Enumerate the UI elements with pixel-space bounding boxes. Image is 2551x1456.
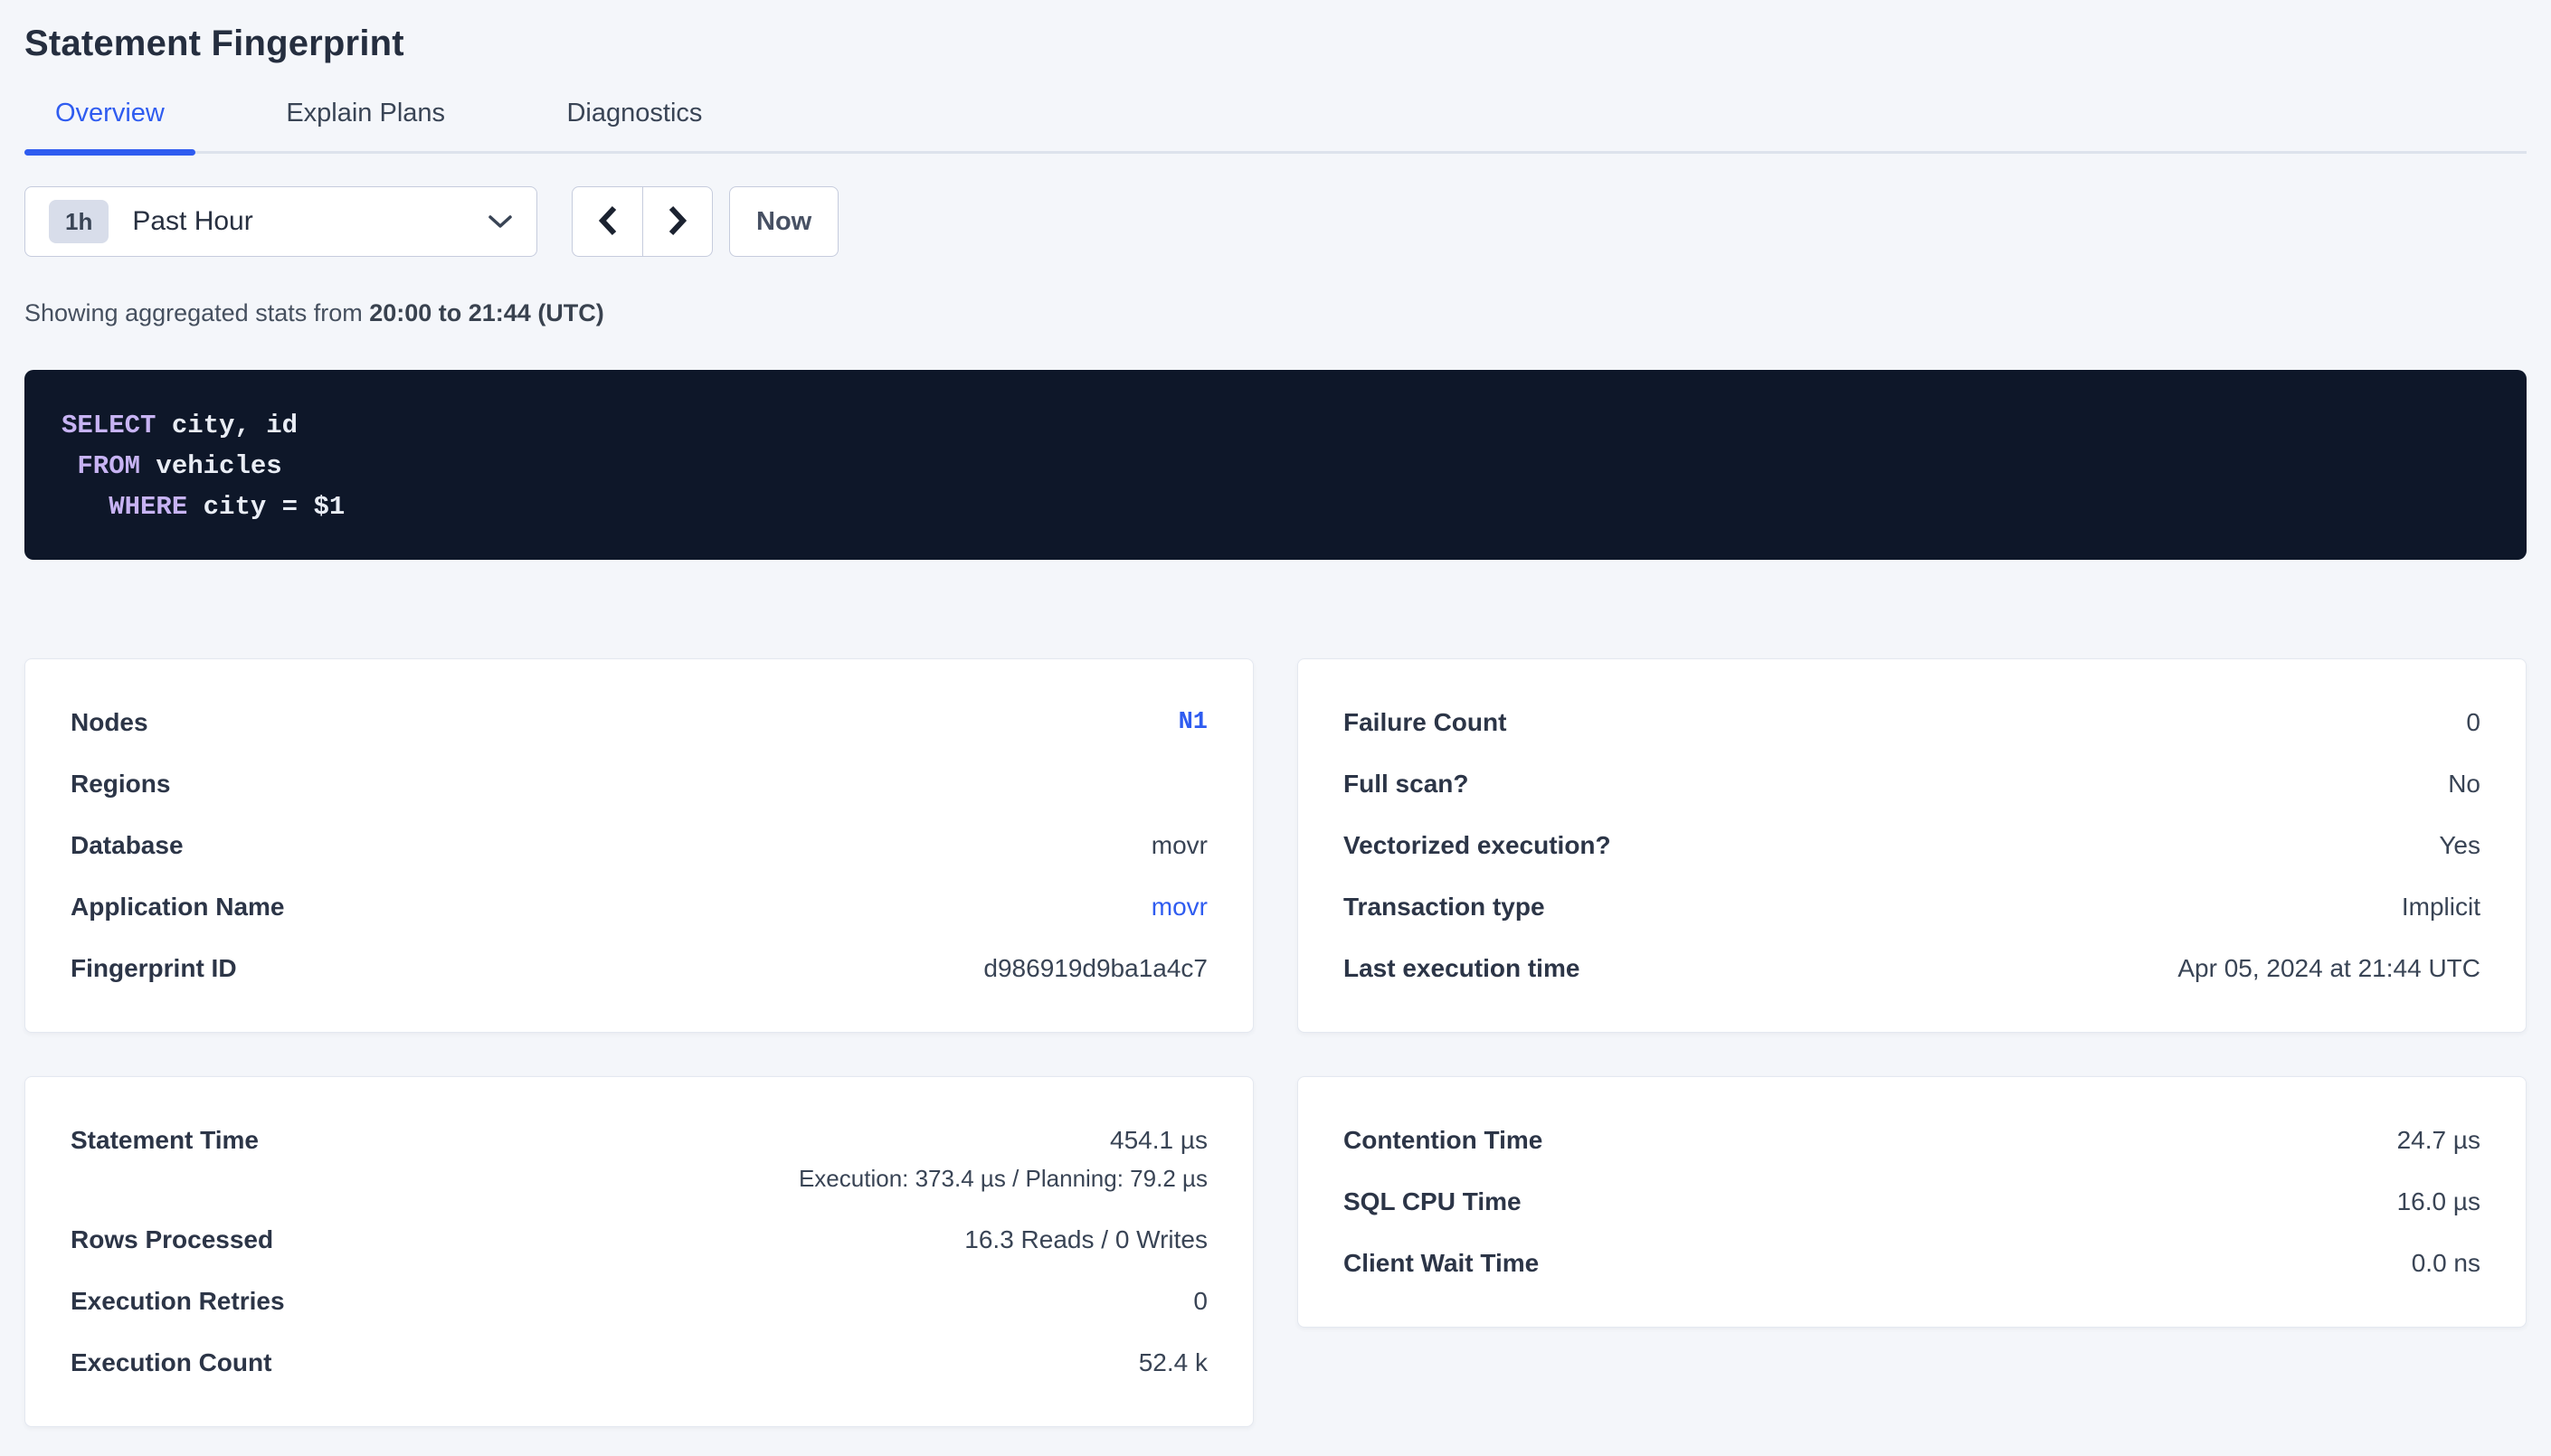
time-shift-buttons <box>572 186 713 257</box>
row-label-execution-retries: Execution Retries <box>71 1286 285 1317</box>
next-interval-button[interactable] <box>642 186 713 257</box>
table-row: Transaction type Implicit <box>1343 876 2480 938</box>
execution-attributes-card: Failure Count 0 Full scan? No Vectorized… <box>1297 658 2527 1033</box>
row-label-database: Database <box>71 830 184 861</box>
statement-timing-card: Statement Time 454.1 µs Execution: 373.4… <box>24 1076 1254 1427</box>
statement-time-value: 454.1 µs Execution: 373.4 µs / Planning:… <box>799 1125 1208 1194</box>
row-label-sql-cpu-time: SQL CPU Time <box>1343 1187 1522 1217</box>
row-label-last-execution-time: Last execution time <box>1343 953 1579 984</box>
tab-overview[interactable]: Overview <box>24 98 195 151</box>
vectorized-execution-value: Yes <box>2439 830 2480 861</box>
time-range-dropdown[interactable]: 1h Past Hour <box>24 186 537 257</box>
row-label-contention-time: Contention Time <box>1343 1125 1542 1156</box>
table-row: Client Wait Time 0.0 ns <box>1343 1233 2480 1294</box>
sql-statement: SELECT city, id FROM vehicles WHERE city… <box>62 405 2489 527</box>
time-range-badge: 1h <box>49 200 109 243</box>
time-controls: 1h Past Hour Now <box>24 186 2527 257</box>
previous-interval-button[interactable] <box>572 186 642 257</box>
statement-time-total: 454.1 µs <box>799 1125 1208 1156</box>
tab-bar: Overview Explain Plans Diagnostics <box>24 98 2527 154</box>
table-row: Statement Time 454.1 µs Execution: 373.4… <box>71 1110 1208 1209</box>
sql-statement-box: SELECT city, id FROM vehicles WHERE city… <box>24 370 2527 560</box>
chevron-left-icon <box>596 204 620 240</box>
row-label-execution-count: Execution Count <box>71 1347 271 1378</box>
statement-fingerprint-page: Statement Fingerprint Overview Explain P… <box>0 0 2551 1456</box>
application-name-link[interactable]: movr <box>1152 892 1208 922</box>
wait-time-card: Contention Time 24.7 µs SQL CPU Time 16.… <box>1297 1076 2527 1328</box>
row-label-regions: Regions <box>71 769 170 799</box>
tab-explain-plans[interactable]: Explain Plans <box>255 98 476 151</box>
now-button[interactable]: Now <box>729 186 839 257</box>
table-row: Execution Retries 0 <box>71 1271 1208 1332</box>
row-label-rows-processed: Rows Processed <box>71 1224 273 1255</box>
table-row: SQL CPU Time 16.0 µs <box>1343 1171 2480 1233</box>
time-range-selected: Past Hour <box>132 206 252 237</box>
execution-retries-value: 0 <box>1193 1286 1208 1317</box>
last-execution-time-value: Apr 05, 2024 at 21:44 UTC <box>2177 953 2480 984</box>
table-row: Vectorized execution? Yes <box>1343 815 2480 876</box>
row-label-fingerprint-id: Fingerprint ID <box>71 953 237 984</box>
aggregation-caption-range: 20:00 to 21:44 (UTC) <box>369 299 604 326</box>
failure-count-value: 0 <box>2466 707 2480 738</box>
tab-diagnostics[interactable]: Diagnostics <box>536 98 733 151</box>
row-label-client-wait-time: Client Wait Time <box>1343 1248 1539 1279</box>
table-row: Full scan? No <box>1343 753 2480 815</box>
page-title: Statement Fingerprint <box>24 0 2527 67</box>
rows-processed-value: 16.3 Reads / 0 Writes <box>964 1224 1208 1255</box>
row-label-failure-count: Failure Count <box>1343 707 1506 738</box>
table-row: Database movr <box>71 815 1208 876</box>
database-value: movr <box>1152 830 1208 861</box>
row-label-vectorized-execution: Vectorized execution? <box>1343 830 1611 861</box>
stats-cards: Nodes N1 Regions Database movr Applicati… <box>24 658 2527 1427</box>
contention-time-value: 24.7 µs <box>2397 1125 2480 1156</box>
chevron-down-icon <box>488 213 513 230</box>
table-row: Application Name movr <box>71 876 1208 938</box>
aggregation-caption-prefix: Showing aggregated stats from <box>24 299 369 326</box>
table-row: Last execution time Apr 05, 2024 at 21:4… <box>1343 938 2480 999</box>
table-row: Nodes N1 <box>71 692 1208 753</box>
table-row: Failure Count 0 <box>1343 692 2480 753</box>
row-label-transaction-type: Transaction type <box>1343 892 1545 922</box>
statement-details-card: Nodes N1 Regions Database movr Applicati… <box>24 658 1254 1033</box>
sql-cpu-time-value: 16.0 µs <box>2397 1187 2480 1217</box>
execution-count-value: 52.4 k <box>1139 1347 1208 1378</box>
transaction-type-value: Implicit <box>2402 892 2480 922</box>
table-row: Fingerprint ID d986919d9ba1a4c7 <box>71 938 1208 999</box>
aggregation-caption: Showing aggregated stats from 20:00 to 2… <box>24 298 2527 327</box>
chevron-right-icon <box>666 204 689 240</box>
table-row: Execution Count 52.4 k <box>71 1332 1208 1394</box>
fingerprint-id-value: d986919d9ba1a4c7 <box>983 953 1208 984</box>
statement-time-breakdown: Execution: 373.4 µs / Planning: 79.2 µs <box>799 1163 1208 1194</box>
row-label-application-name: Application Name <box>71 892 284 922</box>
full-scan-value: No <box>2448 769 2480 799</box>
table-row: Regions <box>71 753 1208 815</box>
row-label-statement-time: Statement Time <box>71 1125 259 1156</box>
client-wait-time-value: 0.0 ns <box>2412 1248 2480 1279</box>
table-row: Contention Time 24.7 µs <box>1343 1110 2480 1171</box>
nodes-link[interactable]: N1 <box>1179 707 1208 738</box>
row-label-nodes: Nodes <box>71 707 148 738</box>
row-label-full-scan: Full scan? <box>1343 769 1468 799</box>
table-row: Rows Processed 16.3 Reads / 0 Writes <box>71 1209 1208 1271</box>
